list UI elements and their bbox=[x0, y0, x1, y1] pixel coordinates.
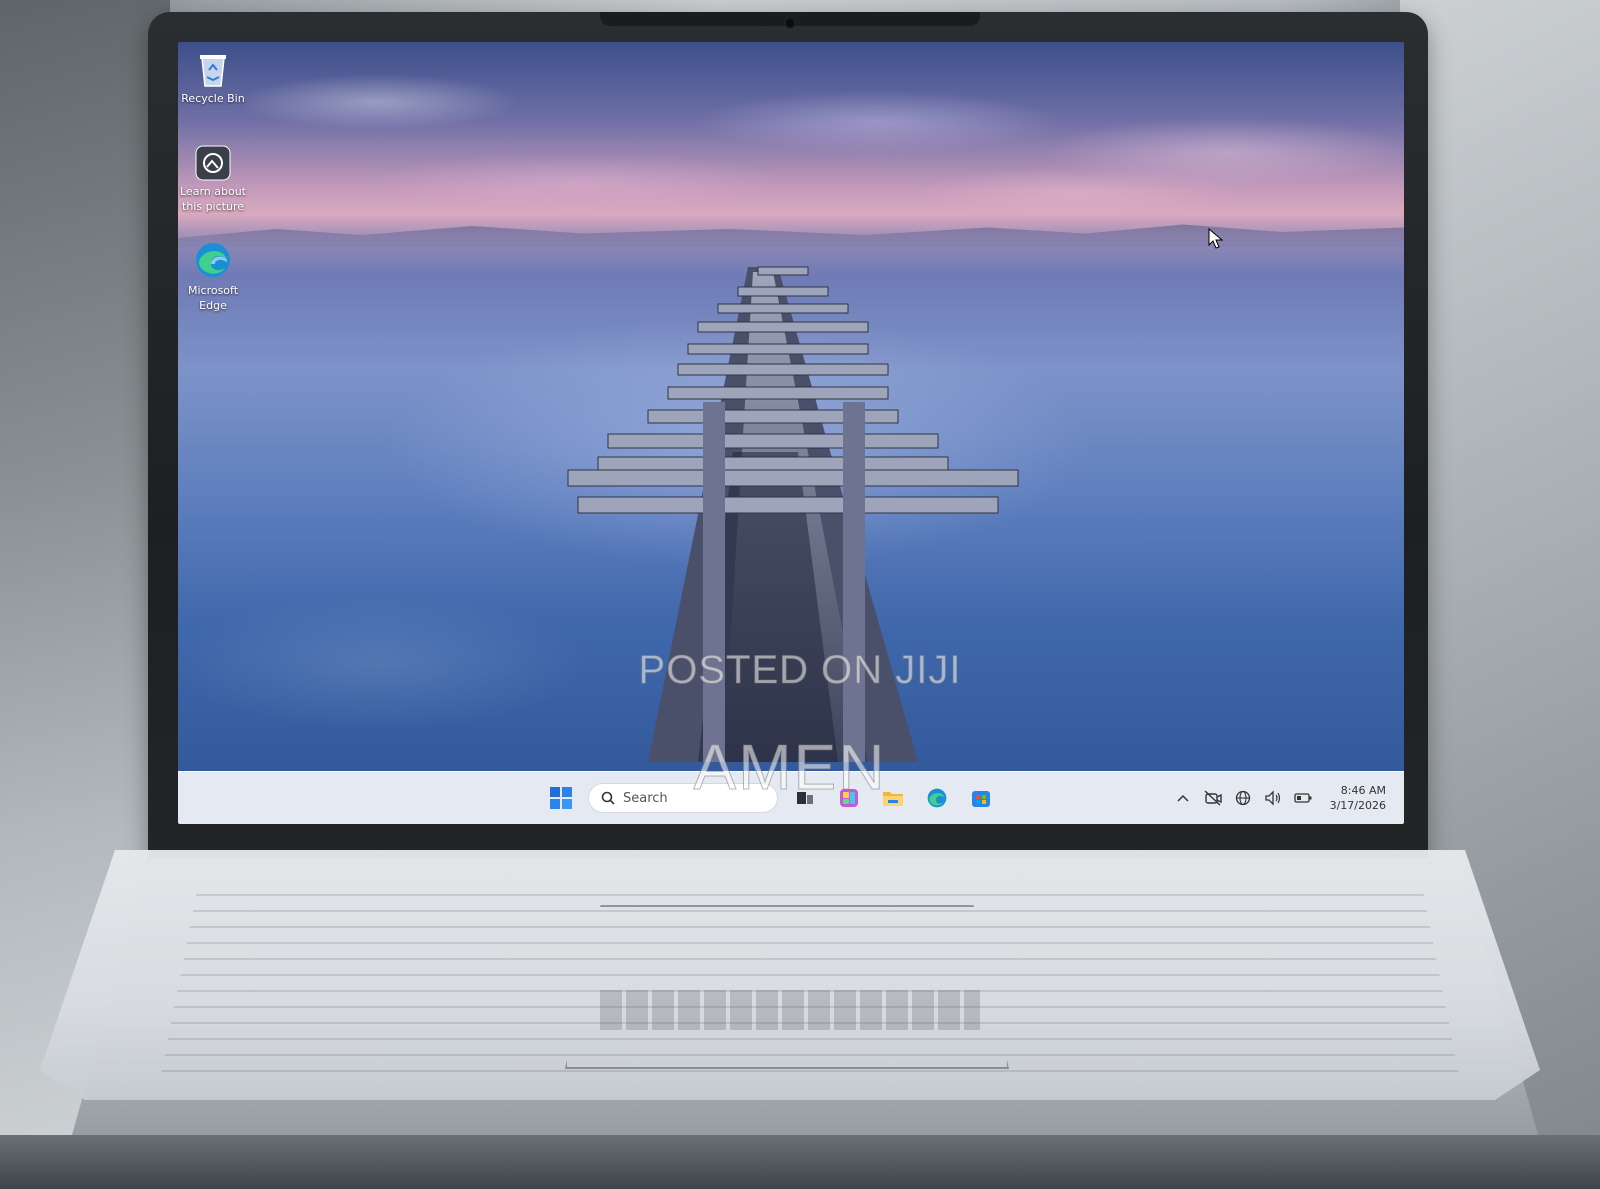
clock-time: 8:46 AM bbox=[1340, 784, 1386, 797]
network-button[interactable] bbox=[1234, 789, 1252, 807]
watermark-seller: AMEN bbox=[693, 731, 887, 804]
edge-icon bbox=[196, 243, 230, 277]
network-icon bbox=[1235, 790, 1250, 806]
windows-start-icon bbox=[550, 787, 572, 809]
desktop-icon-recycle-bin[interactable]: Recycle Bin bbox=[178, 50, 248, 106]
battery-icon bbox=[1293, 793, 1312, 803]
start-button[interactable] bbox=[544, 781, 578, 815]
clock-date: 3/17/2026 bbox=[1329, 799, 1386, 812]
recycle-bin-icon bbox=[200, 55, 226, 87]
store-icon bbox=[972, 791, 990, 807]
desktop-icon-label: Microsoft Edge bbox=[187, 284, 239, 312]
volume-icon bbox=[1264, 790, 1280, 806]
desktop-icon-edge[interactable]: Microsoft Edge bbox=[178, 240, 248, 313]
paper-laptop-diagram bbox=[565, 905, 1009, 1069]
laptop-front-edge bbox=[0, 1135, 1600, 1189]
store-button[interactable] bbox=[964, 781, 998, 815]
webcam bbox=[784, 17, 796, 29]
desktop-icon-label: Learn about this picture bbox=[180, 185, 246, 213]
desktop-screen: Recycle Bin Learn about this picture Mic… bbox=[178, 42, 1404, 824]
watermark-posted: POSTED ON JIJI bbox=[638, 648, 962, 693]
camera-privacy-button[interactable] bbox=[1204, 789, 1222, 807]
paper-keyboard-diagram bbox=[600, 990, 980, 1030]
show-hidden-icons-button[interactable] bbox=[1174, 789, 1192, 807]
search-icon bbox=[601, 791, 615, 805]
camera-off-icon bbox=[1204, 790, 1222, 806]
desktop-icon-label: Recycle Bin bbox=[181, 92, 245, 105]
system-tray: 8:46 AM 3/17/2026 bbox=[1174, 780, 1386, 816]
taskbar-clock[interactable]: 8:46 AM 3/17/2026 bbox=[1330, 783, 1386, 813]
mouse-cursor-icon bbox=[1208, 228, 1224, 249]
photo-scene: Recycle Bin Learn about this picture Mic… bbox=[0, 0, 1600, 1189]
volume-button[interactable] bbox=[1264, 789, 1282, 807]
learn-picture-icon bbox=[195, 145, 231, 181]
desktop-icon-learn-picture[interactable]: Learn about this picture bbox=[178, 145, 248, 214]
chevron-up-icon bbox=[1177, 794, 1189, 802]
battery-button[interactable] bbox=[1293, 789, 1312, 807]
